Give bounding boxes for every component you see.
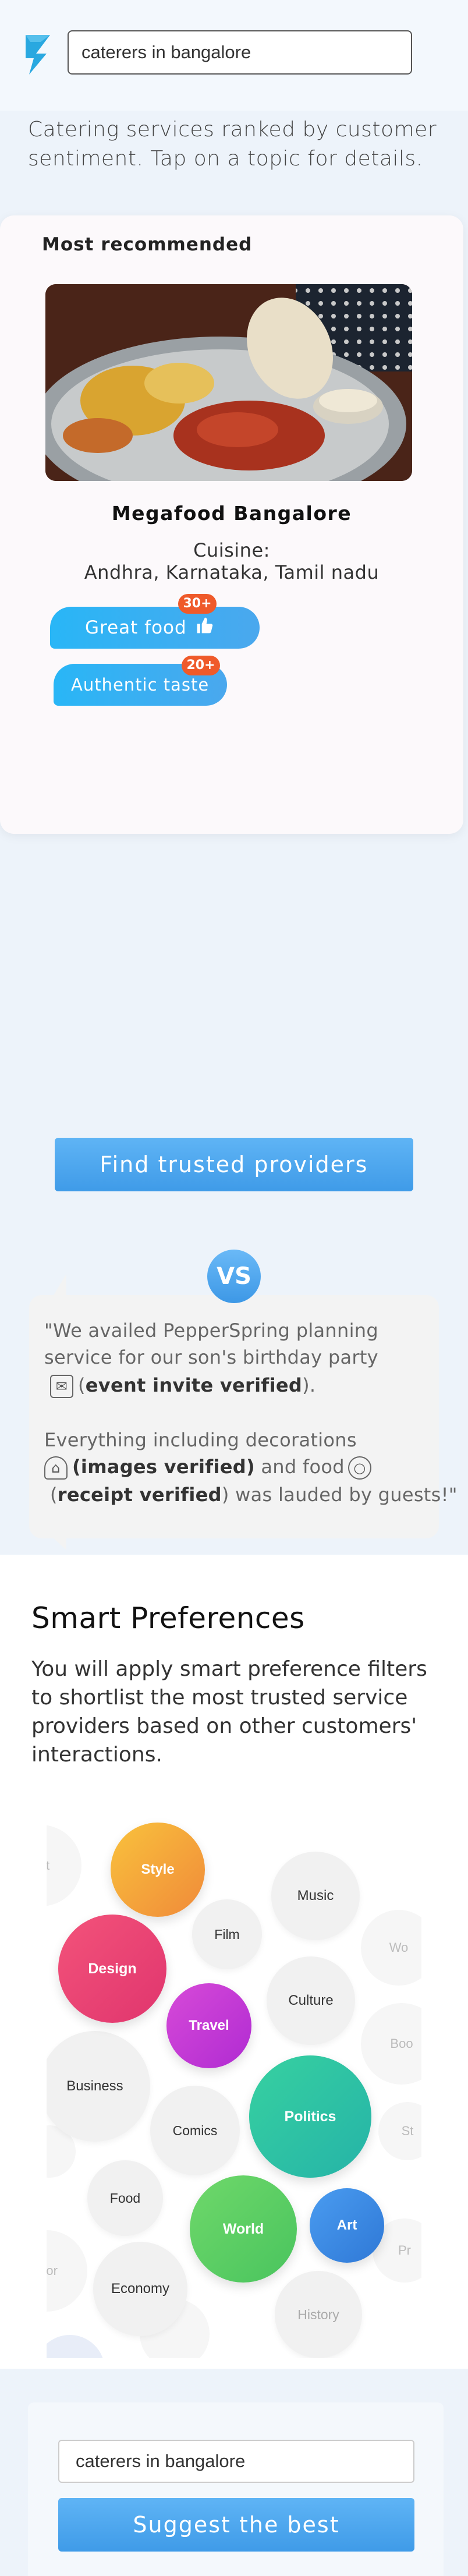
section-title: Smart Preferences [31, 1601, 305, 1635]
preference-bubble-art[interactable]: Art [310, 2188, 384, 2263]
quote-line: "We availed PepperSpring planning [44, 1319, 378, 1342]
preference-bubble-food[interactable]: Food [87, 2160, 163, 2236]
quote-line: ✉ (event invite verified). [50, 1372, 315, 1399]
cuisine-label: Cuisine: [193, 539, 270, 561]
count-badge: 30+ [178, 594, 217, 614]
invite-card-icon: ✉ [50, 1375, 73, 1398]
preference-bubble-style[interactable]: Style [111, 1823, 205, 1917]
preference-bubble-music[interactable]: Music [271, 1852, 360, 1940]
preference-bubble-world[interactable]: World [190, 2175, 297, 2283]
count-badge: 20+ [182, 656, 220, 675]
preference-bubble-history[interactable]: History [275, 2271, 362, 2358]
find-trusted-providers-button[interactable]: Find trusted providers [55, 1138, 413, 1191]
preference-bubble-politics[interactable]: Politics [249, 2055, 371, 2178]
quote-line: Everything including decorations [44, 1429, 357, 1451]
topic-tag-great-food[interactable]: Great food [50, 607, 260, 649]
quote-line: (receipt verified) was lauded by guests!… [50, 1484, 458, 1506]
cuisine-value: Andhra, Karnataka, Tamil nadu [84, 561, 380, 583]
vs-badge: VS [207, 1250, 261, 1303]
preference-bubble[interactable]: Wo [361, 1910, 421, 1986]
food-plate-image [45, 284, 412, 481]
recommended-heading: Most recommended [42, 234, 253, 255]
quote-notch [52, 1537, 66, 1550]
food-plate-icon: ○ [348, 1456, 371, 1480]
preference-bubble-film[interactable]: Film [192, 1899, 262, 1969]
search-input[interactable]: caterers in bangalore [68, 30, 412, 75]
preference-bubble[interactable]: get [47, 1825, 81, 1906]
preference-bubble-culture[interactable]: Culture [267, 1956, 355, 2045]
section-description: You will apply smart preference filters … [31, 1657, 427, 1767]
preference-bubble-travel[interactable]: Travel [166, 1983, 251, 2068]
preference-bubble[interactable]: St [378, 2102, 421, 2160]
food-photo[interactable] [45, 284, 412, 481]
quote-line: ⌂ (images verified) and food ○ [44, 1453, 376, 1480]
search-input-bottom[interactable]: caterers in bangalore [58, 2440, 414, 2483]
preference-bubble-economy[interactable]: Economy [93, 2242, 187, 2336]
thumbs-up-icon [196, 616, 214, 639]
brand-logo-icon[interactable] [23, 30, 52, 77]
preference-bubble-cloud: get Wo Boo St mor Pr Music Film Culture … [47, 1811, 421, 2358]
preference-bubble-design[interactable]: Design [58, 1915, 166, 2023]
quote-notch [52, 1274, 66, 1297]
preference-bubble[interactable]: mor [47, 2230, 87, 2312]
quote-line: service for our son's birthday party [44, 1346, 378, 1368]
suggest-the-best-button[interactable]: Suggest the best [58, 2498, 414, 2552]
decoration-icon: ⌂ [44, 1456, 68, 1480]
preference-bubble-comics[interactable]: Comics [150, 2086, 240, 2175]
preference-bubble-business[interactable]: Business [47, 2031, 150, 2142]
preference-bubble[interactable]: Boo [361, 2003, 421, 2085]
topic-tag-label: Authentic taste [71, 675, 210, 695]
intro-text: Catering services ranked by customer sen… [28, 118, 437, 171]
restaurant-name[interactable]: Megafood Bangalore [0, 502, 463, 525]
topic-tag-label: Great food [85, 617, 187, 638]
preference-bubble [47, 2335, 105, 2358]
